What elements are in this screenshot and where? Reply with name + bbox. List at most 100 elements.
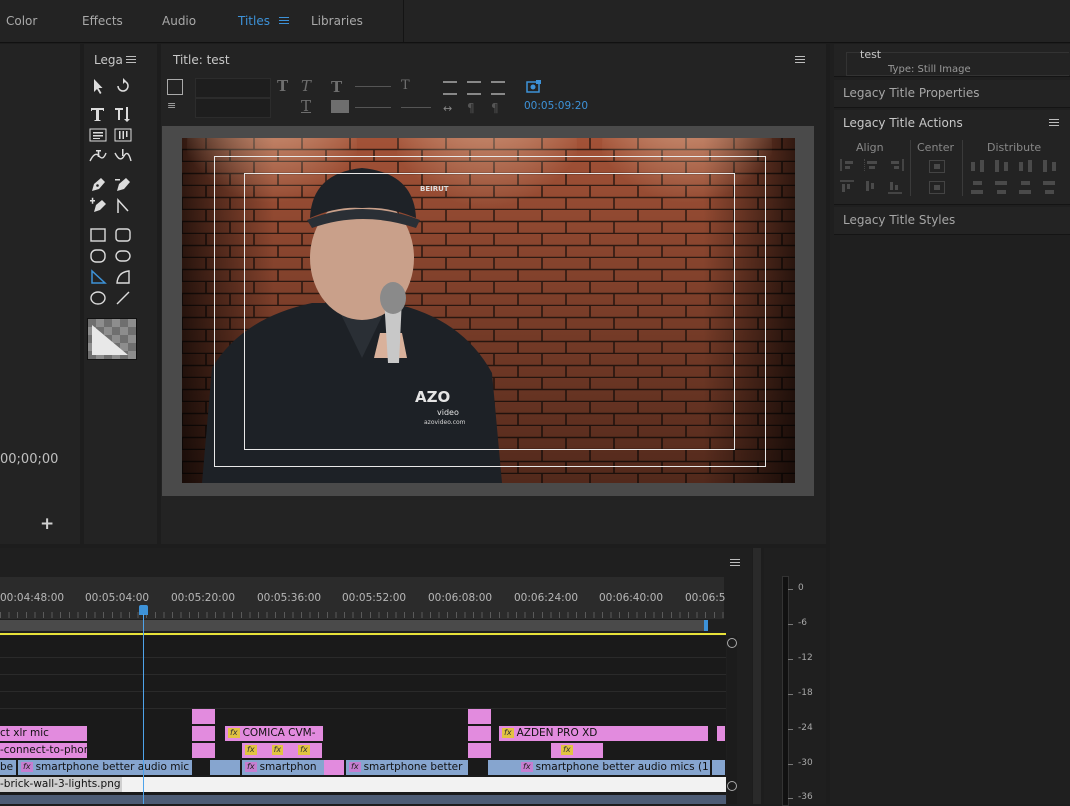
timeline-clip[interactable]: be [0, 760, 16, 775]
timeline-clip[interactable]: fx COMICA CVM- [225, 726, 323, 741]
vertical-type-tool-icon[interactable] [114, 105, 132, 123]
timeline-clip[interactable]: -brick-wall-3-lights.png [0, 777, 122, 792]
wedge-tool-icon[interactable] [89, 268, 107, 286]
add-anchor-point-icon[interactable] [89, 197, 107, 215]
timeline-clip[interactable] [324, 760, 344, 775]
tab-color[interactable]: Color [6, 14, 37, 28]
font-size-field[interactable] [355, 86, 391, 87]
properties-label[interactable]: Legacy Title Properties [843, 86, 980, 100]
path-type-tool-icon[interactable] [89, 147, 107, 165]
timeline-menu-icon[interactable] [730, 559, 740, 567]
timeline-clip[interactable]: fx smartphon [242, 760, 324, 775]
timeline-clip[interactable] [468, 743, 491, 758]
tab-stops-button-icon[interactable]: ↔ [443, 102, 452, 115]
title-panel-menu-icon[interactable] [795, 56, 805, 64]
actions-menu-icon[interactable] [1049, 119, 1059, 127]
distribute-v-space-icon[interactable] [1042, 180, 1058, 194]
timeline-clip[interactable] [192, 709, 215, 724]
clipped-corner-rectangle-icon[interactable] [89, 247, 107, 265]
timeline-clip[interactable]: -connect-to-phon [0, 743, 87, 758]
work-area-end-handle[interactable] [704, 620, 708, 631]
title-template-icon[interactable] [167, 79, 183, 95]
timeline-clip[interactable] [0, 795, 726, 804]
distribute-bottom-icon[interactable] [1018, 180, 1034, 194]
align-left-edge-icon[interactable] [840, 159, 856, 171]
timeline-clip[interactable]: fx smartphone better [346, 760, 468, 775]
pen-tool-icon[interactable] [89, 176, 107, 194]
tab-effects[interactable]: Effects [82, 14, 123, 28]
timeline-clip[interactable] [468, 709, 491, 724]
kerning-icon[interactable]: T [401, 78, 410, 93]
work-area-bar[interactable] [0, 620, 706, 631]
tab-stops-icon[interactable]: ≡ [167, 99, 176, 112]
tools-menu-icon[interactable] [126, 56, 136, 64]
rounded-rectangle-tool-icon[interactable] [114, 226, 132, 244]
selection-tool-icon[interactable] [89, 77, 107, 95]
align-right-edge-icon[interactable] [888, 159, 904, 171]
font-size-icon[interactable]: T [331, 78, 342, 96]
align-top-edge-icon[interactable] [840, 180, 854, 194]
paragraph-reverse-icon[interactable]: ¶ [491, 101, 499, 115]
convert-anchor-point-icon[interactable] [114, 197, 132, 215]
timeline-clip[interactable] [468, 726, 491, 741]
distribute-center-h-icon[interactable] [994, 159, 1010, 173]
tab-audio[interactable]: Audio [162, 14, 196, 28]
rotation-tool-icon[interactable] [114, 77, 132, 95]
vertical-area-type-tool-icon[interactable] [114, 126, 132, 144]
distribute-top-icon[interactable] [970, 180, 986, 194]
timeline-clip[interactable]: fx smartphone better audio mics (1 [518, 760, 710, 775]
bold-button[interactable]: T [277, 77, 288, 95]
timeline-clip[interactable]: ct xlr mic [0, 726, 87, 741]
center-vertical-icon[interactable] [929, 181, 945, 194]
distribute-center-v-icon[interactable] [994, 180, 1010, 194]
timeline-clip[interactable] [488, 760, 518, 775]
timeline-clip[interactable] [210, 760, 240, 775]
style-swatch-preview[interactable] [87, 318, 137, 360]
center-horizontal-icon[interactable] [929, 160, 945, 173]
timeline-clip[interactable]: fx [551, 743, 603, 758]
timeline-clip[interactable] [192, 743, 215, 758]
paragraph-icon[interactable]: ¶ [467, 101, 475, 115]
timeline-clip[interactable] [192, 726, 215, 741]
tab-libraries[interactable]: Libraries [311, 14, 363, 28]
distribute-right-icon[interactable] [1018, 159, 1034, 173]
timeline-clip[interactable]: fx smartphone better audio mic [18, 760, 192, 775]
timeline-clip[interactable]: fx fx fx [242, 743, 322, 758]
video-frame[interactable]: BEIRUT AZO video azovideo.com [182, 138, 795, 483]
distribute-h-space-icon[interactable] [1042, 159, 1058, 173]
tab-titles[interactable]: Titles [238, 14, 270, 28]
timeline-clip[interactable]: fx AZDEN PRO XD [499, 726, 708, 741]
arc-tool-icon[interactable] [114, 268, 132, 286]
scroll-handle-bottom[interactable] [727, 781, 737, 791]
leading-field[interactable] [355, 107, 391, 108]
timeline-v-scrollbar[interactable] [727, 636, 737, 804]
align-horizontal-center-icon[interactable] [864, 159, 879, 171]
distribute-left-icon[interactable] [970, 159, 986, 173]
titles-menu-icon[interactable] [279, 17, 289, 25]
background-video-timecode[interactable]: 00:05:09:20 [524, 100, 588, 112]
rounded-corner-rectangle-icon[interactable] [114, 247, 132, 265]
styles-label[interactable]: Legacy Title Styles [843, 213, 955, 227]
underline-button[interactable]: T [301, 97, 311, 115]
timeline-clip[interactable] [717, 726, 725, 741]
panel-splitter[interactable] [753, 548, 761, 804]
font-family-dropdown[interactable] [195, 78, 271, 98]
align-bottom-edge-icon[interactable] [888, 180, 902, 194]
font-style-dropdown[interactable] [195, 98, 271, 118]
title-canvas-area[interactable]: BEIRUT AZO video azovideo.com [162, 126, 814, 496]
line-tool-icon[interactable] [114, 289, 132, 307]
delete-anchor-point-icon[interactable] [114, 176, 132, 194]
tracking-field[interactable] [401, 107, 431, 108]
italic-button[interactable]: T [301, 77, 311, 95]
add-button[interactable]: + [40, 514, 54, 534]
align-left-icon[interactable] [443, 81, 457, 95]
ellipse-tool-icon[interactable] [89, 289, 107, 307]
align-center-icon[interactable] [467, 81, 481, 95]
leading-icon[interactable] [331, 100, 349, 113]
show-background-video-icon[interactable] [526, 80, 542, 94]
align-right-icon[interactable] [491, 81, 505, 95]
rectangle-tool-icon[interactable] [89, 226, 107, 244]
scroll-handle-top[interactable] [727, 638, 737, 648]
area-type-tool-icon[interactable] [89, 126, 107, 144]
timeline-clip[interactable] [712, 760, 725, 775]
